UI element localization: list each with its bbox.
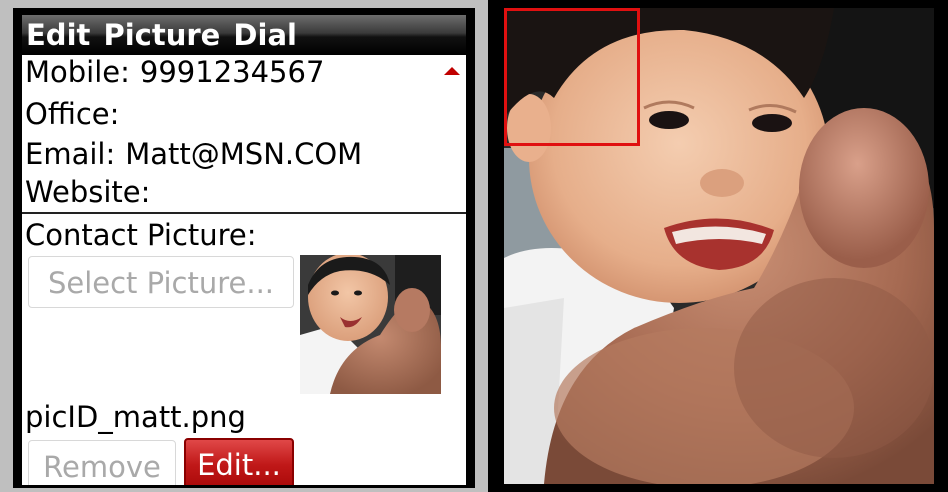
email-label: Email: bbox=[25, 137, 116, 171]
page-title: Edit Picture Dial bbox=[22, 15, 466, 55]
crop-selection-box[interactable] bbox=[504, 8, 640, 146]
mobile-value: 9991234567 bbox=[139, 55, 325, 89]
screen-content: Edit Picture Dial Mobile: 9991234567 Offi… bbox=[22, 15, 466, 485]
thumbnail-photo bbox=[300, 255, 441, 394]
edit-button[interactable]: Edit... bbox=[184, 438, 294, 485]
office-label: Office: bbox=[25, 97, 120, 131]
email-value: Matt@MSN.COM bbox=[125, 137, 363, 171]
section-divider bbox=[22, 212, 466, 214]
remove-button[interactable]: Remove bbox=[28, 440, 176, 485]
mobile-label: Mobile: bbox=[25, 55, 130, 89]
scroll-up-indicator-icon bbox=[444, 67, 460, 75]
contact-picture-thumbnail[interactable] bbox=[300, 255, 441, 394]
office-row[interactable]: Office: bbox=[25, 97, 129, 131]
contact-picture-label: Contact Picture: bbox=[25, 218, 257, 252]
picture-edit-screen bbox=[488, 0, 948, 492]
picture-edit-canvas[interactable] bbox=[504, 8, 934, 484]
website-label: Website: bbox=[25, 175, 151, 209]
email-row[interactable]: Email: Matt@MSN.COM bbox=[25, 137, 362, 171]
edit-picture-dial-screen: Edit Picture Dial Mobile: 9991234567 Offi… bbox=[13, 8, 475, 488]
picture-filename: picID_matt.png bbox=[25, 400, 246, 434]
select-picture-button[interactable]: Select Picture... bbox=[28, 256, 294, 308]
mobile-row[interactable]: Mobile: 9991234567 bbox=[25, 55, 324, 89]
website-row[interactable]: Website: bbox=[25, 175, 160, 209]
